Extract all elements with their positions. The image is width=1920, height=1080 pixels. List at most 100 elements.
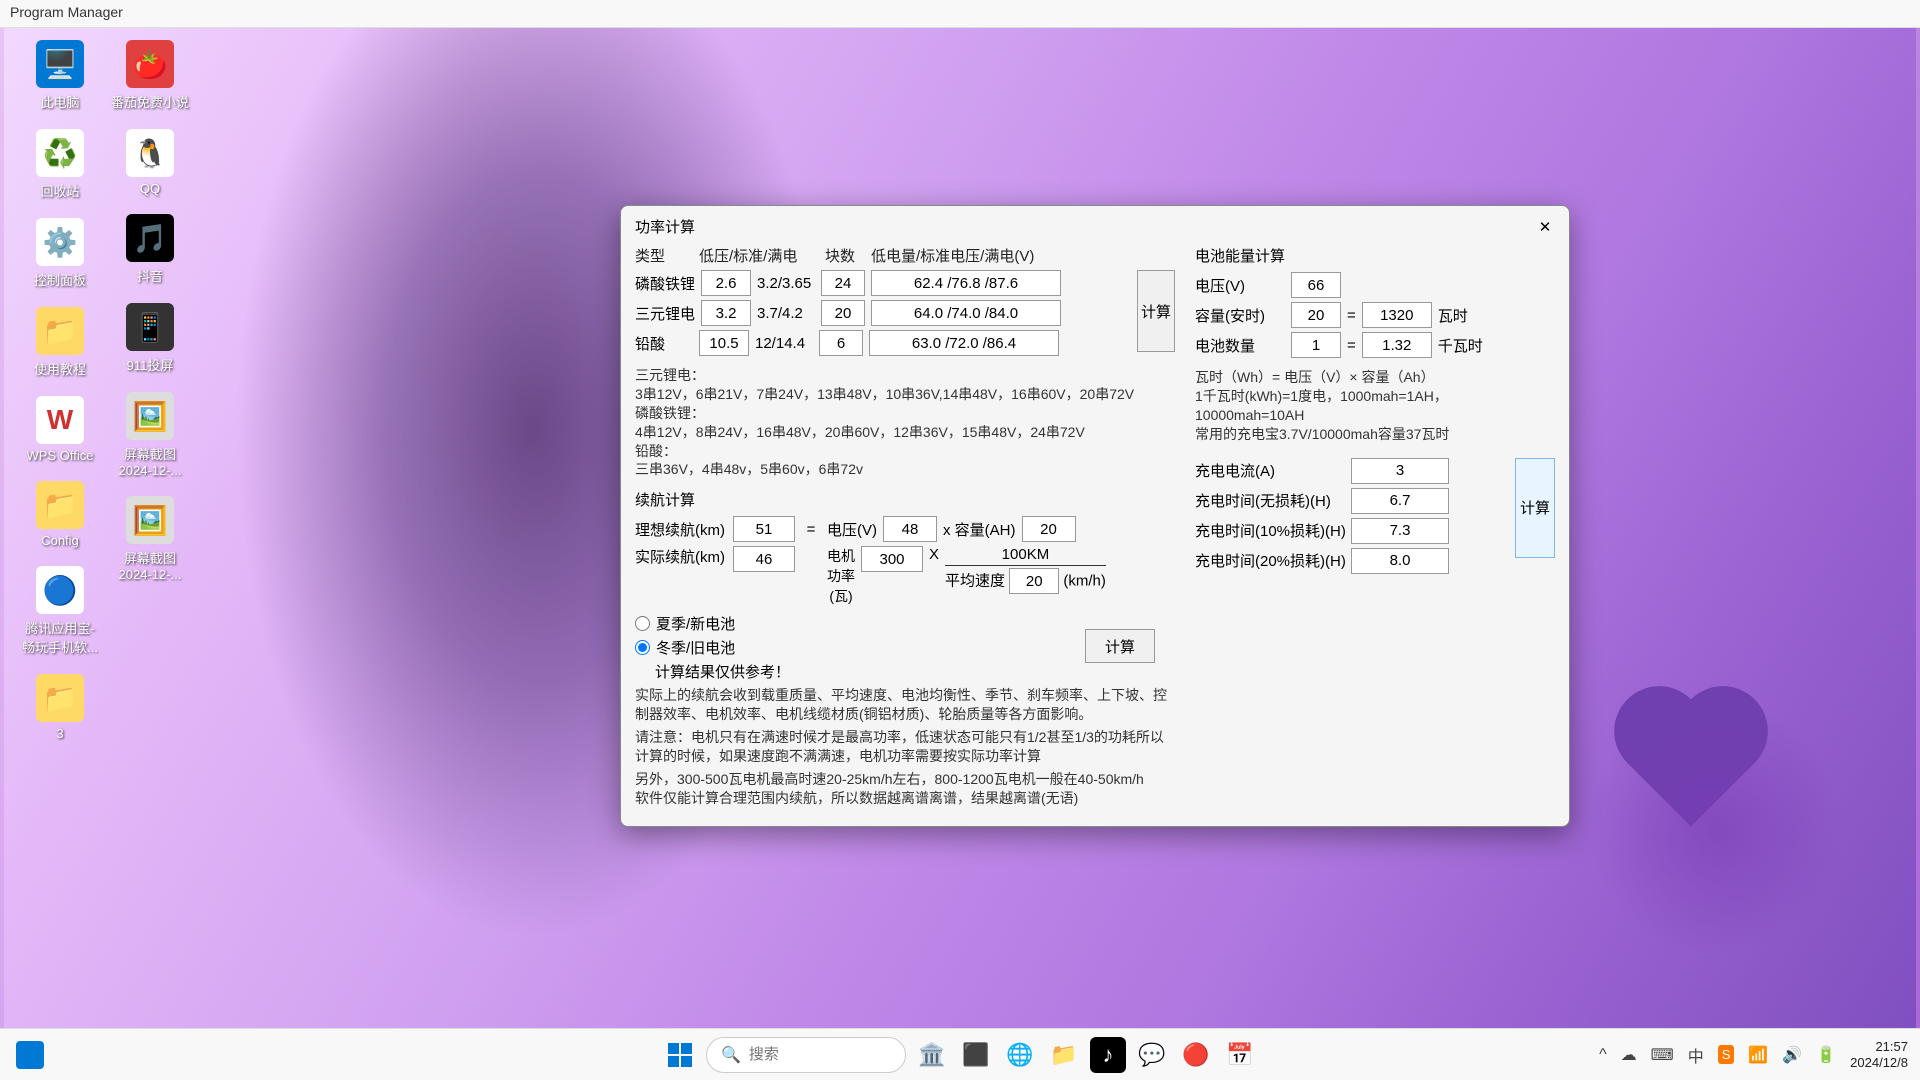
range-calc-button[interactable]: 计算: [1085, 629, 1155, 663]
tray-cloud-icon[interactable]: ☁: [1621, 1045, 1637, 1065]
r2-blk-input[interactable]: [821, 300, 865, 326]
tb-calendar[interactable]: 📅: [1222, 1037, 1258, 1073]
r3-blk-input[interactable]: [819, 330, 863, 356]
wps-icon: W: [36, 396, 84, 444]
icon-wps[interactable]: WWPS Office: [20, 396, 100, 463]
ideal-label: 理想续航(km): [635, 519, 727, 540]
range-note2: 实际上的续航会收到载重质量、平均速度、电池均衡性、季节、刹车频率、上下坡、控制器…: [635, 686, 1175, 724]
icon-recycle[interactable]: ♻️回收站: [20, 129, 100, 200]
ideal-input[interactable]: [733, 516, 795, 542]
left-pane: 类型 低压/标准/满电 块数 低电量/标准电压/满电(V) 磷酸铁锂 3.2/3…: [635, 245, 1175, 812]
search-box[interactable]: 🔍: [706, 1037, 906, 1073]
e-cnt-input[interactable]: [1291, 332, 1341, 358]
eq: =: [801, 521, 821, 538]
search-input[interactable]: [749, 1046, 889, 1063]
r1-label: 磷酸铁锂: [635, 273, 695, 294]
r3-v-input[interactable]: [699, 330, 749, 356]
actual-input[interactable]: [733, 546, 795, 572]
t10-output[interactable]: [1351, 518, 1449, 544]
r1-v-input[interactable]: [701, 270, 751, 296]
speed-input[interactable]: [1009, 568, 1059, 594]
cur-label: 充电电流(A): [1195, 460, 1345, 481]
start-button[interactable]: [662, 1037, 698, 1073]
motor-input[interactable]: [861, 546, 923, 572]
tb-douyin[interactable]: ♪: [1090, 1037, 1126, 1073]
icon-911[interactable]: 📱911投屏: [110, 303, 190, 374]
tb-app2[interactable]: 🔴: [1178, 1037, 1214, 1073]
power-calc-button[interactable]: 计算: [1137, 270, 1175, 352]
icon-this-pc[interactable]: 🖥️此电脑: [20, 40, 100, 111]
actual-label: 实际续航(km): [635, 546, 727, 567]
right-pane: 电池能量计算 电压(V) 容量(安时) = 瓦时 电池数量 = 千瓦时 瓦时（W…: [1195, 245, 1555, 812]
r1-blk-input[interactable]: [821, 270, 865, 296]
tray-sogou-icon[interactable]: S: [1718, 1045, 1735, 1064]
t10-label: 充电时间(10%损耗)(H): [1195, 520, 1345, 541]
cap-input[interactable]: [1022, 516, 1076, 542]
t20-output[interactable]: [1351, 548, 1449, 574]
taskbar: 🔍 🏛️ ⬛ 🌐 📁 ♪ 💬 🔴 📅 ^ ☁ ⌨ 中 S 📶 🔊 🔋 21:57…: [0, 1028, 1920, 1080]
volt-input[interactable]: [883, 516, 937, 542]
tomato-icon: 🍅: [126, 40, 174, 88]
image-icon: 🖼️: [126, 392, 174, 440]
e-volt-label: 电压(V): [1195, 275, 1285, 296]
cap-label: x 容量(AH): [943, 519, 1016, 540]
icon-tutorial[interactable]: 📁使用教程: [20, 307, 100, 378]
fraction: 100KM 平均速度 (km/h): [945, 546, 1106, 594]
icon-control-panel[interactable]: ⚙️控制面板: [20, 218, 100, 289]
t20-label: 充电时间(20%损耗)(H): [1195, 550, 1345, 571]
r3-out[interactable]: [869, 330, 1059, 356]
r2-v-input[interactable]: [701, 300, 751, 326]
e-cap-input[interactable]: [1291, 302, 1341, 328]
wh-unit: 瓦时: [1438, 305, 1468, 326]
search-icon: 🔍: [721, 1045, 741, 1065]
tray-wifi-icon[interactable]: 📶: [1748, 1045, 1768, 1065]
tb-explorer[interactable]: 📁: [1046, 1037, 1082, 1073]
system-tray: ^ ☁ ⌨ 中 S 📶 🔊 🔋 21:57 2024/12/8: [1599, 1039, 1908, 1070]
e-volt-input[interactable]: [1291, 272, 1341, 298]
tb-wechat[interactable]: 💬: [1134, 1037, 1170, 1073]
cur-input[interactable]: [1351, 458, 1449, 484]
energy-calc-button[interactable]: 计算: [1515, 458, 1555, 558]
r2-out[interactable]: [871, 300, 1061, 326]
energy-title: 电池能量计算: [1195, 245, 1555, 266]
icon-screenshot2[interactable]: 🖼️屏幕截图 2024-12-...: [110, 496, 190, 582]
tb-edge[interactable]: 🌐: [1002, 1037, 1038, 1073]
clock[interactable]: 21:57 2024/12/8: [1850, 1039, 1908, 1070]
t0-output[interactable]: [1351, 488, 1449, 514]
tray-volume-icon[interactable]: 🔊: [1782, 1045, 1802, 1065]
r1-std: 3.2/3.65: [757, 275, 815, 292]
motor-label: 电机 功率 (瓦): [827, 546, 855, 606]
tb-taskview[interactable]: ⬛: [958, 1037, 994, 1073]
t0-label: 充电时间(无损耗)(H): [1195, 490, 1345, 511]
hdr-blocks: 块数: [815, 245, 865, 266]
icon-qq[interactable]: 🐧QQ: [110, 129, 190, 196]
tray-ime-icon[interactable]: 中: [1688, 1043, 1704, 1067]
icon-config[interactable]: 📁Config: [20, 481, 100, 548]
radio-summer[interactable]: 夏季/新电池: [635, 613, 790, 634]
close-button[interactable]: ✕: [1535, 218, 1555, 236]
start-square[interactable]: [12, 1037, 48, 1073]
x-sym: X: [929, 546, 939, 563]
e-cap-label: 容量(安时): [1195, 305, 1285, 326]
icon-douyin[interactable]: 🎵抖音: [110, 214, 190, 285]
kwh-output[interactable]: [1362, 332, 1432, 358]
tray-battery-icon[interactable]: 🔋: [1816, 1045, 1836, 1065]
radio-winter[interactable]: 冬季/旧电池: [635, 637, 790, 658]
tray-chevron[interactable]: ^: [1599, 1046, 1607, 1064]
tencent-icon: 🔵: [36, 566, 84, 614]
dialog-titlebar[interactable]: 功率计算 ✕: [621, 206, 1569, 245]
wh-output[interactable]: [1362, 302, 1432, 328]
energy-note: 瓦时（Wh）= 电压（V）× 容量（Ah） 1千瓦时(kWh)=1度电，1000…: [1195, 368, 1555, 444]
hdr-type: 类型: [635, 245, 693, 266]
icon-screenshot1[interactable]: 🖼️屏幕截图 2024-12-...: [110, 392, 190, 478]
folder-icon: 📁: [36, 674, 84, 722]
speed-unit: (km/h): [1063, 573, 1106, 590]
icon-tencent[interactable]: 🔵腾讯应用宝- 畅玩手机软...: [20, 566, 100, 656]
tb-app1[interactable]: 🏛️: [914, 1037, 950, 1073]
icon-folder-3[interactable]: 📁3: [20, 674, 100, 741]
r1-out[interactable]: [871, 270, 1061, 296]
kwh-unit: 千瓦时: [1438, 335, 1483, 356]
icon-tomato[interactable]: 🍅番茄免费小说: [110, 40, 190, 111]
tray-keyboard-icon[interactable]: ⌨: [1651, 1045, 1674, 1065]
eq2: =: [1347, 337, 1356, 354]
